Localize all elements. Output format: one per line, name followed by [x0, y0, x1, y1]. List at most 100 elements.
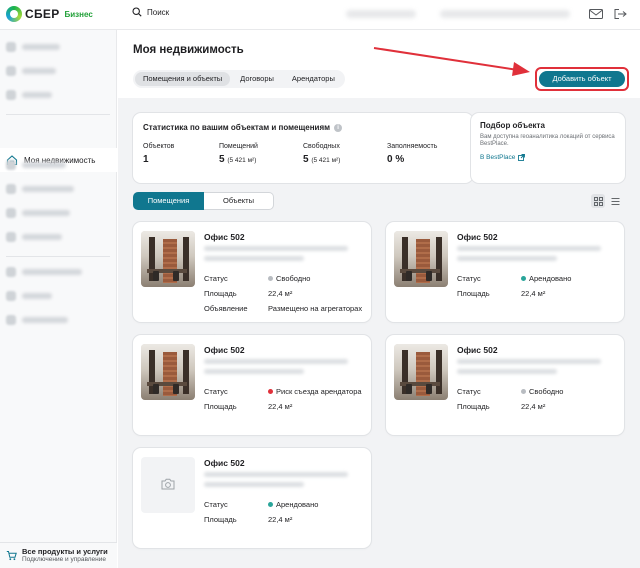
statistics-card: Статистика по вашим объектам и помещения…	[133, 113, 473, 183]
status-value: Арендовано	[521, 274, 571, 283]
search-icon	[132, 7, 142, 17]
blurred-icon	[6, 66, 16, 76]
grid-view-button[interactable]	[591, 194, 605, 208]
blurred-label	[22, 68, 56, 74]
blurred-org-name	[346, 10, 416, 18]
property-card[interactable]: Офис 502 Статус Свободно Площадь 22,4 м²…	[133, 222, 371, 322]
stat-objects: Объектов 1	[143, 143, 174, 165]
status-text: Свободно	[529, 387, 564, 396]
stat-value: 5 (5 421 м²)	[303, 154, 340, 165]
blurred-icon	[6, 291, 16, 301]
statistics-title: Статистика по вашим объектам и помещения…	[143, 123, 343, 132]
external-link-icon	[518, 154, 526, 161]
status-value: Свободно	[521, 387, 563, 396]
status-value: Свободно	[268, 274, 310, 283]
list-view-button[interactable]	[608, 194, 622, 208]
annotation-arrow	[373, 47, 530, 76]
layout-toggle	[591, 194, 622, 208]
pick-title: Подбор объекта	[480, 121, 545, 130]
all-products-title: Все продукты и услуги	[22, 547, 108, 556]
status-label: Статус	[457, 274, 481, 283]
blurred-label	[22, 234, 62, 240]
statistics-title-text: Статистика по вашим объектам и помещения…	[143, 123, 331, 132]
sidebar: Моя недвижимость Все продукты и услуги П…	[0, 30, 117, 568]
mail-icon[interactable]	[588, 7, 604, 21]
blurred-label	[22, 210, 70, 216]
stat-area: (5 421 м²)	[311, 157, 341, 164]
office-photo	[141, 344, 195, 400]
all-products-link[interactable]: Все продукты и услуги Подключение и упра…	[0, 542, 117, 568]
segment-objects[interactable]: Объекты	[204, 192, 274, 210]
sber-logo-icon	[6, 6, 22, 22]
blurred-label	[22, 92, 52, 98]
stat-number: 5	[303, 154, 309, 165]
status-dot	[268, 276, 273, 281]
status-label: Статус	[457, 387, 481, 396]
card-title: Офис 502	[457, 232, 498, 242]
sidebar-item-blurred[interactable]	[6, 265, 82, 279]
segment-rooms[interactable]: Помещения	[133, 192, 204, 210]
object-selection-card: Подбор объекта Вам доступна геоаналитика…	[471, 113, 625, 183]
area-label: Площадь	[457, 402, 490, 411]
stat-number: 1	[143, 154, 149, 165]
blurred-address	[457, 369, 557, 374]
blurred-icon	[6, 267, 16, 277]
office-photo	[141, 231, 195, 287]
property-card[interactable]: Офис 502 Статус Арендовано Площадь 22,4 …	[133, 448, 371, 548]
sidebar-divider	[6, 114, 110, 115]
sidebar-item-blurred[interactable]	[6, 289, 52, 303]
stat-free: Свободных 5 (5 421 м²)	[303, 143, 340, 165]
stat-rooms: Помещений 5 (5 421 м²)	[219, 143, 258, 165]
blurred-address	[204, 369, 304, 374]
card-title: Офис 502	[457, 345, 498, 355]
blurred-label	[22, 162, 66, 168]
status-text: Свободно	[276, 274, 311, 283]
ad-value: Размещено на агрегаторах	[268, 304, 363, 313]
sidebar-item-blurred[interactable]	[6, 206, 70, 220]
blurred-address	[204, 359, 348, 364]
sidebar-item-blurred[interactable]	[6, 158, 66, 172]
blurred-address	[204, 472, 348, 477]
area-value: 22,4 м²	[268, 402, 293, 411]
status-label: Статус	[204, 500, 228, 509]
add-object-button[interactable]: Добавить объект	[539, 71, 625, 87]
tab-tenants[interactable]: Арендаторы	[284, 72, 343, 86]
blurred-address	[204, 246, 348, 251]
office-photo	[394, 231, 448, 287]
tab-rooms-and-objects[interactable]: Помещения и объекты	[135, 72, 231, 86]
sidebar-item-blurred[interactable]	[6, 230, 62, 244]
property-card[interactable]: Офис 502 Статус Арендовано Площадь 22,4 …	[386, 222, 624, 322]
status-text: Арендовано	[276, 500, 319, 509]
bestplace-link[interactable]: В BestPlace	[480, 154, 616, 161]
info-icon[interactable]: i	[334, 123, 343, 132]
camera-icon	[161, 478, 175, 490]
brand-sub: Бизнес	[64, 9, 93, 19]
sidebar-item-blurred[interactable]	[6, 64, 56, 78]
sidebar-item-blurred[interactable]	[6, 88, 52, 102]
card-title: Офис 502	[204, 232, 245, 242]
card-title: Офис 502	[204, 345, 245, 355]
page-title: Моя недвижимость	[133, 44, 244, 56]
sidebar-item-blurred[interactable]	[6, 40, 60, 54]
all-products-subtitle: Подключение и управление	[22, 556, 107, 563]
stat-value: 5 (5 421 м²)	[219, 154, 258, 165]
status-text: Риск съезда арендатора	[276, 387, 362, 396]
property-card[interactable]: Офис 502 Статус Свободно Площадь 22,4 м²	[386, 335, 624, 435]
area-value: 22,4 м²	[268, 289, 293, 298]
logout-icon[interactable]	[612, 7, 628, 21]
tab-contracts[interactable]: Договоры	[232, 72, 282, 86]
pick-description: Вам доступна геоаналитика локаций от сер…	[480, 134, 615, 147]
status-label: Статус	[204, 387, 228, 396]
blurred-user-name	[440, 10, 570, 18]
sidebar-item-blurred[interactable]	[6, 313, 68, 327]
status-dot	[521, 276, 526, 281]
top-bar: СБЕР Бизнес Поиск	[0, 0, 640, 30]
view-segment: Помещения Объекты	[133, 192, 274, 210]
main-content: Моя недвижимость Помещения и объекты Дог…	[118, 30, 640, 568]
sber-business-logo[interactable]: СБЕР Бизнес	[6, 6, 93, 22]
status-value: Риск съезда арендатора	[268, 387, 362, 396]
search-field[interactable]: Поиск	[132, 7, 169, 17]
property-card[interactable]: Офис 502 Статус Риск съезда арендатора П…	[133, 335, 371, 435]
sidebar-item-blurred[interactable]	[6, 182, 74, 196]
ad-label: Объявление	[204, 304, 248, 313]
